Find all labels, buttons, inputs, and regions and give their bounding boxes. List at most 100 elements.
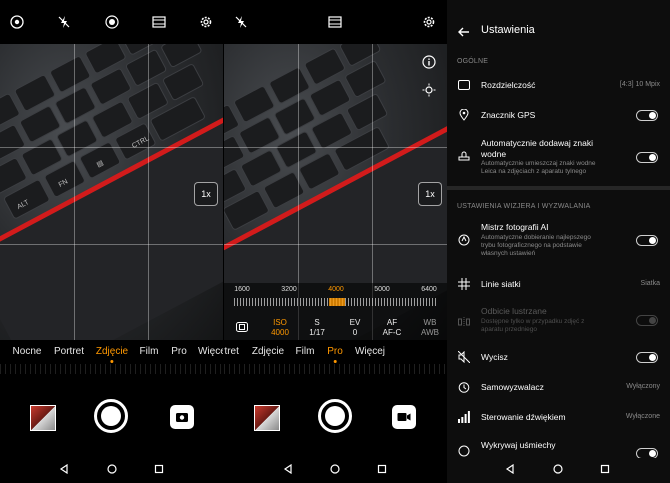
resolution-label: Rozdzielczość	[481, 80, 536, 90]
af-control[interactable]: AF AF-C	[383, 318, 402, 338]
mode-scroll-ticks	[224, 364, 447, 374]
location-pin-icon	[457, 108, 471, 122]
shutter-button[interactable]	[318, 399, 352, 433]
audio-value: Wyłączone	[625, 413, 660, 420]
iso-control[interactable]: ISO 4000	[271, 318, 289, 338]
switch-camera-button[interactable]	[170, 405, 194, 429]
mode-more[interactable]: Więcej	[355, 346, 385, 357]
zoom-indicator[interactable]: 1x	[418, 182, 442, 206]
gallery-thumbnail[interactable]	[254, 405, 280, 431]
wb-value: AWB	[421, 328, 439, 337]
timer-icon	[457, 380, 471, 394]
mode-pro[interactable]: Pro	[171, 346, 187, 357]
ai-toggle[interactable]	[636, 235, 658, 246]
setting-timer[interactable]: Samowyzwalacz Wyłączony	[447, 377, 670, 397]
mode-portrait-partial[interactable]: rtret	[224, 346, 239, 357]
mode-video[interactable]: Film	[140, 346, 159, 357]
setting-audio-control[interactable]: Sterowanie dźwiękiem Wyłączone	[447, 407, 670, 427]
mirror-toggle	[636, 315, 658, 326]
switch-camera-icon	[176, 413, 188, 422]
back-arrow-icon[interactable]	[458, 24, 470, 42]
mode-portrait[interactable]: Portret	[54, 346, 84, 357]
info-icon[interactable]	[421, 54, 437, 70]
keyboard-scene: ALTFN▤CTRL	[0, 44, 223, 340]
mode-photo[interactable]: Zdjęcie	[252, 346, 284, 357]
filter-icon[interactable]	[327, 14, 343, 30]
system-nav-bar	[447, 458, 670, 483]
grid-line	[74, 44, 75, 340]
mode-video[interactable]: Film	[296, 346, 315, 357]
gear-icon[interactable]	[198, 14, 214, 30]
shutter-speed-label: S	[314, 318, 320, 327]
settings-panel: Ustawienia OGÓLNE Rozdzielczość [4:3] 10…	[447, 0, 670, 483]
brightness-icon[interactable]	[421, 82, 437, 98]
iso-slider-thumb[interactable]	[329, 298, 345, 306]
gps-toggle[interactable]	[636, 110, 658, 121]
flash-off-icon[interactable]	[233, 14, 249, 30]
mode-more[interactable]: Więcej	[198, 346, 223, 357]
mode-selector: rtret Zdjęcie Film Pro Więcej	[224, 346, 447, 362]
system-nav-bar	[0, 458, 223, 483]
metering-icon[interactable]	[236, 322, 248, 335]
smile-icon	[457, 444, 471, 458]
home-icon[interactable]	[553, 461, 563, 479]
iso-label: ISO	[273, 318, 287, 327]
af-value: AF-C	[382, 328, 402, 337]
home-icon[interactable]	[107, 461, 117, 479]
back-icon[interactable]	[59, 461, 69, 479]
iso-scale-value: 3200	[281, 286, 297, 293]
recents-icon[interactable]	[154, 461, 164, 479]
shutter-button[interactable]	[94, 399, 128, 433]
aperture-icon[interactable]	[9, 14, 25, 30]
viewfinder[interactable]: ALT FN ▤ CTRL 1x	[0, 44, 223, 340]
grid-line	[224, 147, 447, 148]
setting-resolution[interactable]: Rozdzielczość [4:3] 10 Mpix	[447, 74, 670, 96]
watermark-label-line1: Automatycznie dodawaj znaki	[481, 138, 593, 148]
gear-icon[interactable]	[421, 14, 437, 30]
mode-pro[interactable]: Pro	[327, 346, 343, 357]
mode-photo[interactable]: Zdjęcie	[96, 346, 128, 357]
mirror-desc-line2: aparatu przedniego	[481, 326, 538, 333]
system-nav-bar	[224, 458, 447, 483]
setting-smile[interactable]: Wykrywaj uśmiechy	[447, 436, 670, 459]
ai-mode-icon[interactable]	[104, 14, 120, 30]
stamp-icon	[457, 148, 471, 162]
wb-control[interactable]: WB AWB	[421, 318, 439, 338]
zoom-indicator[interactable]: 1x	[194, 182, 218, 206]
setting-ai-master[interactable]: Mistrz fotografii AI Automatyczne dobier…	[447, 219, 670, 265]
ev-control[interactable]: EV 0	[350, 318, 361, 338]
mode-selector: Nocne Portret Zdjęcie Film Pro Więcej	[0, 346, 223, 362]
grid-line	[224, 244, 447, 245]
mode-scroll-ticks	[0, 364, 223, 374]
iso-scale-value: 1600	[234, 286, 250, 293]
iso-scale-value-selected: 4000	[328, 286, 344, 293]
ai-desc-line3: własnych ustawień	[481, 250, 536, 257]
mute-toggle[interactable]	[636, 352, 658, 363]
grid-line	[0, 244, 223, 245]
section-divider	[447, 186, 670, 190]
mute-label: Wycisz	[481, 352, 508, 362]
back-icon[interactable]	[505, 461, 515, 479]
video-button[interactable]	[392, 405, 416, 429]
setting-gps[interactable]: Znacznik GPS	[447, 104, 670, 126]
watermark-label-line2: wodne	[481, 149, 507, 159]
shutter-speed-control[interactable]: S 1/17	[309, 318, 325, 338]
setting-mute[interactable]: Wycisz	[447, 347, 670, 367]
filter-icon[interactable]	[151, 14, 167, 30]
ai-desc-line2: trybu fotograficznego na podstawie	[481, 242, 582, 249]
resolution-value: [4:3] 10 Mpix	[619, 81, 660, 88]
flash-off-icon[interactable]	[56, 14, 72, 30]
iso-value: 4000	[271, 328, 289, 337]
section-viewfinder: USTAWIENIA WIZJERA I WYZWALANIA	[457, 203, 591, 210]
settings-header: Ustawienia	[447, 0, 670, 60]
recents-icon[interactable]	[600, 461, 610, 479]
gallery-thumbnail[interactable]	[30, 405, 56, 431]
back-icon[interactable]	[283, 461, 293, 479]
setting-watermark[interactable]: Automatycznie dodawaj znaki wodne Automa…	[447, 136, 670, 182]
mode-night[interactable]: Nocne	[13, 346, 42, 357]
home-icon[interactable]	[330, 461, 340, 479]
watermark-toggle[interactable]	[636, 152, 658, 163]
iso-scale-value: 5000	[374, 286, 390, 293]
recents-icon[interactable]	[377, 461, 387, 479]
setting-grid-lines[interactable]: Linie siatki Siatka	[447, 274, 670, 294]
